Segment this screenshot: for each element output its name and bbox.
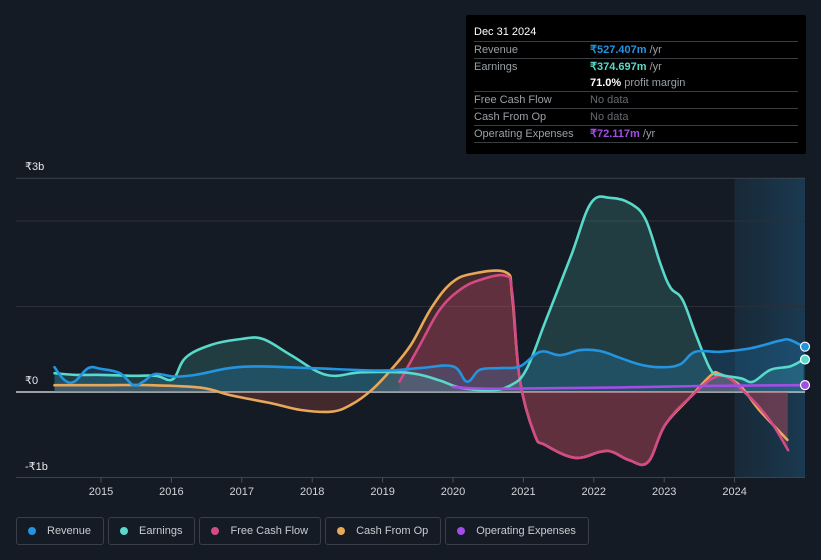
- legend-item-revenue[interactable]: Revenue: [16, 517, 105, 545]
- legend-dot-icon: [211, 527, 220, 535]
- tooltip: Dec 31 2024 Revenue ₹527.407m /yr Earnings…: [466, 15, 806, 154]
- x-tick-label: 2015: [89, 486, 113, 498]
- tooltip-row-value: ₹527.407m /yr: [590, 44, 662, 56]
- x-tick-label: 2023: [652, 486, 676, 498]
- x-tick-label: 2022: [582, 486, 606, 498]
- legend-item-free-cash-flow[interactable]: Free Cash Flow: [199, 517, 322, 545]
- tooltip-row-label: Operating Expenses: [474, 128, 574, 140]
- x-tick-label: 2020: [441, 486, 465, 498]
- x-tick-label: 2019: [370, 486, 394, 498]
- tooltip-row-value: No data: [590, 111, 629, 123]
- tooltip-row-value: ₹374.697m /yr: [590, 61, 662, 73]
- legend-dot-icon: [28, 527, 36, 535]
- legend-label: Free Cash Flow: [230, 525, 309, 537]
- legend-item-cash-from-op[interactable]: Cash From Op: [325, 517, 442, 545]
- tooltip-row-value: ₹72.117m /yr: [590, 128, 656, 140]
- tooltip-date: Dec 31 2024: [474, 26, 537, 38]
- y-tick-label: -₹1b: [25, 461, 48, 473]
- tooltip-row-label: Free Cash Flow: [474, 94, 552, 106]
- legend-label: Cash From Op: [356, 525, 429, 537]
- tooltip-row: Free Cash Flow No data: [474, 91, 798, 108]
- y-tick-label: ₹3b: [25, 161, 44, 173]
- legend-item-earnings[interactable]: Earnings: [108, 517, 196, 545]
- legend-dot-icon: [120, 527, 129, 535]
- forecast-highlight-region: [734, 178, 805, 478]
- tooltip-row: 71.0% profit margin: [474, 75, 798, 91]
- x-tick-label: 2021: [511, 486, 535, 498]
- tooltip-row: Earnings ₹374.697m /yr: [474, 58, 798, 75]
- tooltip-row: Operating Expenses ₹72.117m /yr: [474, 125, 798, 143]
- tooltip-row-label: Revenue: [474, 44, 519, 56]
- legend-item-operating-expenses[interactable]: Operating Expenses: [445, 517, 589, 545]
- x-tick-label: 2017: [230, 486, 254, 498]
- x-tick-label: 2024: [722, 486, 746, 498]
- tooltip-row: Cash From Op No data: [474, 108, 798, 125]
- y-tick-label: ₹0: [25, 375, 38, 387]
- end-marker-earnings: [799, 354, 811, 365]
- tooltip-row-value: 71.0% profit margin: [590, 77, 686, 89]
- x-tick-label: 2016: [159, 486, 183, 498]
- legend: Revenue Earnings Free Cash Flow Cash From O…: [16, 517, 589, 545]
- x-tick-label: 2018: [300, 486, 324, 498]
- tooltip-row-label: [474, 75, 590, 91]
- legend-dot-icon: [337, 527, 346, 535]
- end-marker-operating-expenses: [799, 380, 811, 391]
- tooltip-row-value: No data: [590, 94, 629, 106]
- legend-dot-icon: [457, 527, 466, 535]
- tooltip-row: Revenue ₹527.407m /yr: [474, 41, 798, 58]
- tooltip-row-label: Earnings: [474, 61, 518, 73]
- end-marker-revenue: [799, 341, 811, 352]
- tooltip-row-label: Cash From Op: [474, 111, 547, 123]
- legend-label: Revenue: [47, 525, 92, 537]
- legend-label: Operating Expenses: [476, 525, 576, 537]
- legend-label: Earnings: [139, 525, 183, 537]
